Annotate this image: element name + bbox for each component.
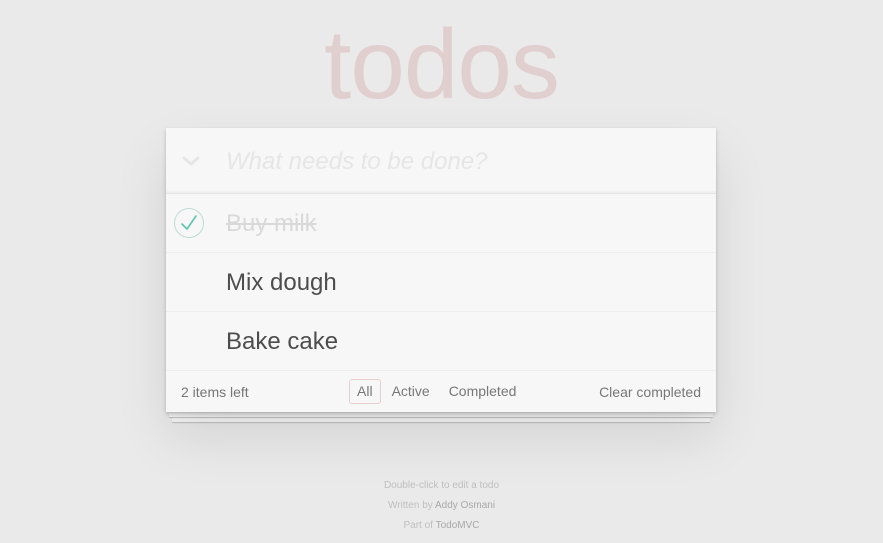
todo-footer: 2 items left All Active Completed Clear …	[166, 371, 716, 412]
todo-item[interactable]: Buy milk	[166, 194, 716, 253]
project-line: Part of TodoMVC	[0, 516, 883, 536]
todo-checkbox[interactable]	[174, 208, 204, 238]
new-todo-input[interactable]	[226, 128, 716, 194]
author-link[interactable]: Addy Osmani	[435, 500, 495, 511]
credits-line: Written by Addy Osmani	[0, 496, 883, 516]
todo-label[interactable]: Mix dough	[226, 269, 337, 297]
todo-label[interactable]: Bake cake	[226, 328, 338, 356]
info-footer: Double-click to edit a todo Written by A…	[0, 476, 883, 536]
filter-list: All Active Completed	[349, 379, 527, 404]
todo-app: Buy milk Mix dough Bake cake 2 items lef…	[166, 128, 716, 412]
filter-active[interactable]: Active	[384, 379, 438, 404]
stack-shadow-1	[169, 413, 713, 417]
items-left-count: 2 items left	[181, 384, 249, 400]
todo-item[interactable]: Bake cake	[166, 312, 716, 371]
checkmark-icon	[181, 215, 197, 230]
stack-shadow-2	[172, 418, 710, 422]
filter-completed[interactable]: Completed	[441, 379, 525, 404]
todo-label[interactable]: Buy milk	[226, 210, 317, 238]
app-title: todos	[324, 9, 560, 119]
toggle-all-button[interactable]	[178, 148, 204, 174]
edit-hint: Double-click to edit a todo	[383, 480, 500, 491]
todo-checkbox[interactable]	[174, 326, 204, 356]
todomvc-link[interactable]: TodoMVC	[436, 520, 480, 531]
filter-all[interactable]: All	[349, 379, 381, 404]
todo-checkbox[interactable]	[174, 267, 204, 297]
todo-item[interactable]: Mix dough	[166, 253, 716, 312]
chevron-down-icon	[182, 156, 200, 166]
written-by-prefix: Written by	[387, 500, 433, 511]
todo-list: Buy milk Mix dough Bake cake	[166, 194, 716, 371]
todo-header	[166, 128, 716, 194]
part-of-prefix: Part of	[403, 520, 433, 531]
clear-completed-button[interactable]: Clear completed	[599, 384, 701, 400]
